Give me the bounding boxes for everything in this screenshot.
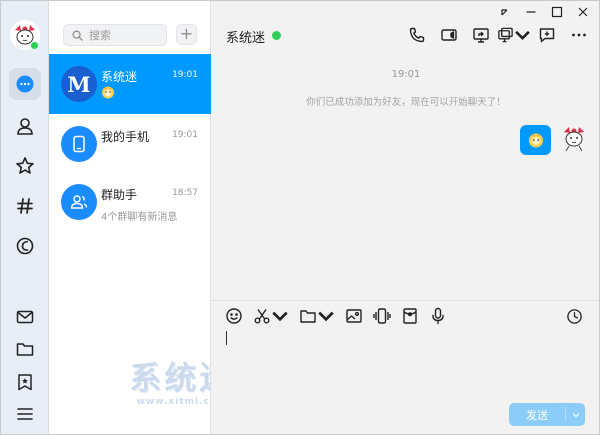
conversation-avatar [61,126,97,162]
search-input[interactable] [89,28,165,42]
chevron-down-icon [515,30,530,40]
conversation-item-group-assistant[interactable]: 群助手 18:57 4个群聊有新消息 [49,172,211,232]
pin-icon[interactable] [495,4,515,20]
conversation-name: 系统迷 [101,70,138,84]
conversation-avatar: M [61,66,97,102]
avatar-letter: M [67,71,91,97]
search-icon [72,30,83,41]
conversation-item-my-phone[interactable]: 我的手机 19:01 [49,114,211,174]
more-icon[interactable] [563,24,595,46]
chat-bubble-icon[interactable] [9,68,41,100]
add-comment-icon[interactable] [531,24,563,46]
file-icon[interactable] [299,305,335,327]
space-icon[interactable] [9,230,41,262]
maximize-icon[interactable] [547,4,567,20]
chat-panel: 系统迷 19:01 你们已成功添加为好友，现在可以开始聊天了！ 发送 [211,1,599,434]
conversation-name: 我的手机 [101,130,150,144]
composer-toolbar [225,305,457,327]
red-packet-icon[interactable] [401,305,419,327]
menu-icon[interactable] [9,398,41,430]
add-button[interactable]: + [176,24,197,45]
video-call-icon[interactable] [433,24,465,46]
image-icon[interactable] [345,305,363,327]
send-options-dropdown[interactable] [566,411,585,419]
chat-toolbar [401,24,595,46]
channel-hash-icon[interactable] [9,190,41,222]
conversation-name: 群助手 [101,188,138,202]
conversation-time: 19:01 [172,70,198,80]
conversation-time: 19:01 [172,130,198,140]
nav-rail [1,1,49,434]
emoji-preview-icon [101,85,115,102]
minimize-icon[interactable] [521,4,541,20]
shake-icon[interactable] [373,305,391,327]
phone-icon [73,135,85,153]
user-avatar-icon [564,127,584,152]
screenshot-icon[interactable] [253,305,289,327]
microphone-icon[interactable] [429,305,447,327]
conversation-item-xitongmi[interactable]: M 系统迷 19:01 [49,54,211,114]
qq-window: + M 系统迷 19:01 我的手机 19:01 群助手 1 [0,0,600,435]
conversation-avatar [61,184,97,220]
bookmark-icon[interactable] [9,366,41,398]
avatar[interactable] [559,123,589,153]
contacts-icon[interactable] [9,110,41,142]
remote-assist-icon[interactable] [497,24,531,46]
message-bubble[interactable] [520,125,551,155]
emoji-picker-icon[interactable] [225,305,243,327]
window-controls [495,4,593,20]
conversation-list: + M 系统迷 19:01 我的手机 19:01 群助手 1 [49,1,232,434]
history-icon[interactable] [564,306,584,326]
message-timestamp: 19:01 [391,69,421,80]
chevron-down-icon [572,412,579,417]
voice-call-icon[interactable] [401,24,433,46]
chevron-down-icon [272,311,288,322]
composer-divider [211,300,599,301]
search-box[interactable] [63,24,167,46]
folder-icon[interactable] [9,333,41,365]
emoji-icon [528,133,543,148]
conversation-preview: 4个群聊有新消息 [101,212,178,223]
send-button[interactable]: 发送 [509,403,585,426]
star-icon[interactable] [9,150,41,182]
chat-title: 系统迷 [226,31,266,46]
send-label: 发送 [526,408,548,422]
online-status-dot [30,41,39,50]
chevron-down-icon [318,311,334,322]
text-input-caret[interactable] [226,331,227,345]
group-icon [70,195,88,209]
online-status-dot [272,31,281,40]
close-icon[interactable] [573,4,593,20]
mail-icon[interactable] [9,301,41,333]
conversation-time: 18:57 [172,188,198,198]
screen-share-icon[interactable] [465,24,497,46]
system-message: 你们已成功添加为好友，现在可以开始聊天了！ [306,97,506,108]
